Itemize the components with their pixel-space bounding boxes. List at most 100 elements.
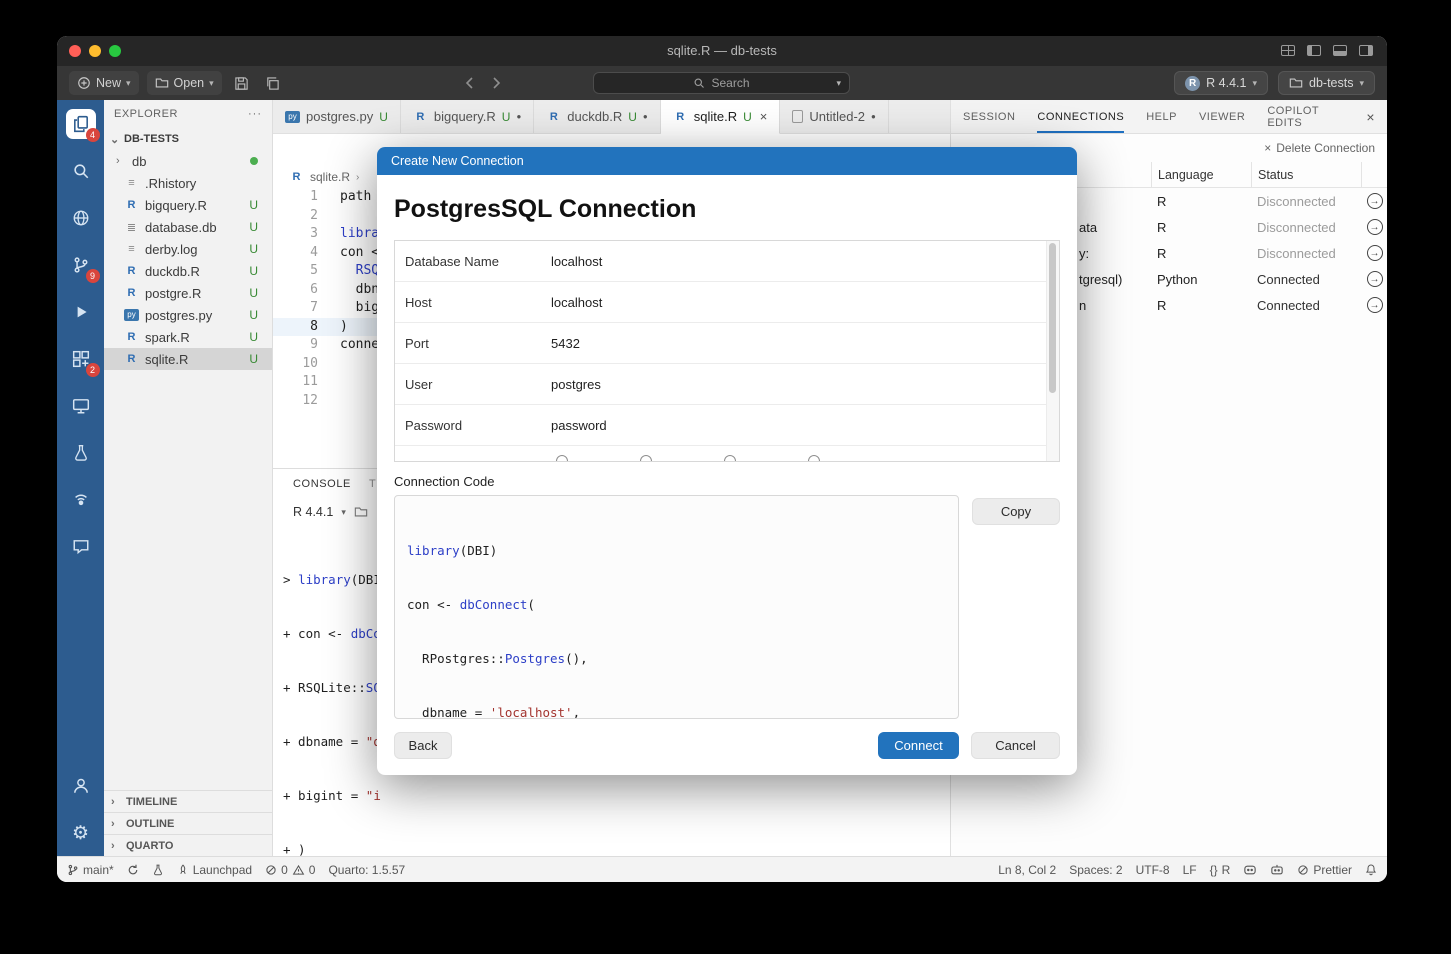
project-selector[interactable]: db-tests ▾ [1278,71,1375,95]
explorer-root-folder[interactable]: ⌄ DB-TESTS [104,128,272,150]
radio-button[interactable] [724,455,736,462]
open-button[interactable]: Open ▾ [147,71,222,95]
chat-activity-button[interactable] [66,532,96,562]
tab-postgres-py[interactable]: py postgres.py U [273,100,401,133]
tab-sqlite[interactable]: R sqlite.R U × [661,100,781,134]
radio-button[interactable] [640,455,652,462]
port-field[interactable]: 5432 [551,336,580,351]
encoding-setting[interactable]: UTF-8 [1136,863,1170,877]
form-scrollbar[interactable] [1046,241,1059,461]
layout-panel-icon[interactable] [1333,45,1347,56]
back-icon[interactable] [464,76,476,90]
open-connection-icon[interactable]: → [1367,271,1383,287]
modified-dot-icon[interactable]: ● [516,112,521,121]
open-connection-icon[interactable]: → [1367,219,1383,235]
modified-dot-icon[interactable]: ● [871,112,876,121]
tab-terminal[interactable]: T [369,478,376,490]
launchpad-button[interactable]: Launchpad [177,863,252,877]
layout-sidebar-left-icon[interactable] [1307,45,1321,56]
section-outline[interactable]: › OUTLINE [104,812,272,834]
prettier-status[interactable]: Prettier [1297,863,1352,877]
extensions-activity-button[interactable]: 2 [66,344,96,374]
git-status-untracked: U [249,198,258,212]
layout-sidebar-right-icon[interactable] [1359,45,1373,56]
save-all-button[interactable] [261,76,284,91]
open-connection-icon[interactable]: → [1367,193,1383,209]
section-timeline[interactable]: › TIMELINE [104,790,272,812]
sync-status[interactable] [127,864,139,876]
forward-icon[interactable] [490,76,502,90]
cancel-button[interactable]: Cancel [971,732,1060,759]
open-connection-icon[interactable]: → [1367,245,1383,261]
session-status[interactable] [152,864,164,876]
explorer-item-db[interactable]: › db [104,150,272,172]
sessions-activity-button[interactable] [66,203,96,233]
tab-bigquery[interactable]: R bigquery.R U ● [401,100,534,133]
folder-icon[interactable] [354,505,368,519]
cursor-position[interactable]: Ln 8, Col 2 [998,863,1056,877]
column-language: Language [1151,162,1251,187]
save-button[interactable] [230,76,253,91]
settings-button[interactable]: ⚙ [66,818,96,848]
copy-button[interactable]: Copy [972,498,1060,525]
tab-console[interactable]: CONSOLE [293,478,351,490]
connect-button[interactable]: Connect [878,732,959,759]
publish-activity-button[interactable] [66,485,96,515]
tab-help[interactable]: HELP [1146,100,1177,133]
tab-viewer[interactable]: VIEWER [1199,100,1245,133]
search-input[interactable]: Search ▾ [593,72,850,94]
desktop-background: sqlite.R — db-tests New ▾ Open ▾ [0,0,1451,954]
console-interpreter[interactable]: R 4.4.1 [293,505,333,519]
feedback-status[interactable] [1270,864,1284,876]
interpreter-selector[interactable]: R R 4.4.1 ▾ [1174,71,1268,95]
quarto-status[interactable]: Quarto: 1.5.57 [328,863,405,877]
close-panel-icon[interactable]: × [1366,100,1375,133]
notifications-button[interactable] [1365,863,1377,876]
explorer-activity-button[interactable]: 4 [66,109,96,139]
tab-session[interactable]: SESSION [963,100,1015,133]
git-branch-status[interactable]: main* [67,863,114,877]
python-file-icon: py [285,111,300,123]
radio-button[interactable] [808,455,820,462]
more-actions-icon[interactable]: ··· [248,108,262,120]
explorer-item-database[interactable]: ≣ database.db U [104,216,272,238]
remote-activity-button[interactable] [66,391,96,421]
explorer-item-derby[interactable]: ≡ derby.log U [104,238,272,260]
search-activity-button[interactable] [66,156,96,186]
tab-connections[interactable]: CONNECTIONS [1037,100,1124,133]
tab-copilot-edits[interactable]: COPILOT EDITS [1267,100,1344,133]
language-mode[interactable]: {} R [1210,863,1231,877]
indentation-setting[interactable]: Spaces: 2 [1069,863,1122,877]
section-quarto[interactable]: › QUARTO [104,834,272,856]
new-button[interactable]: New ▾ [69,71,139,95]
source-control-activity-button[interactable]: 9 [66,250,96,280]
testing-activity-button[interactable] [66,438,96,468]
back-button[interactable]: Back [394,732,452,759]
tab-untitled-2[interactable]: Untitled-2 ● [780,100,888,133]
explorer-item-postgres-py[interactable]: py postgres.py U [104,304,272,326]
layout-grid-icon[interactable] [1281,45,1295,56]
database-name-field[interactable]: localhost [551,254,602,269]
copilot-status[interactable] [1243,864,1257,876]
account-button[interactable] [66,771,96,801]
explorer-item-duckdb[interactable]: R duckdb.R U [104,260,272,282]
user-field[interactable]: postgres [551,377,601,392]
modified-dot-icon[interactable]: ● [643,112,648,121]
open-button-label: Open [174,76,205,90]
scrollbar-thumb[interactable] [1049,243,1056,393]
eol-setting[interactable]: LF [1183,863,1197,877]
tab-duckdb[interactable]: R duckdb.R U ● [534,100,660,133]
password-field[interactable]: password [551,418,607,433]
explorer-item-spark[interactable]: R spark.R U [104,326,272,348]
close-tab-icon[interactable]: × [760,109,768,124]
explorer-item-sqlite[interactable]: R sqlite.R U [104,348,272,370]
open-connection-icon[interactable]: → [1367,297,1383,313]
delete-connection-button[interactable]: Delete Connection [1276,141,1375,155]
problems-status[interactable]: 0 0 [265,863,315,877]
explorer-item-rhistory[interactable]: ≡ .Rhistory [104,172,272,194]
radio-button[interactable] [556,455,568,462]
run-debug-activity-button[interactable] [66,297,96,327]
host-field[interactable]: localhost [551,295,602,310]
explorer-item-bigquery[interactable]: R bigquery.R U [104,194,272,216]
explorer-item-postgre[interactable]: R postgre.R U [104,282,272,304]
